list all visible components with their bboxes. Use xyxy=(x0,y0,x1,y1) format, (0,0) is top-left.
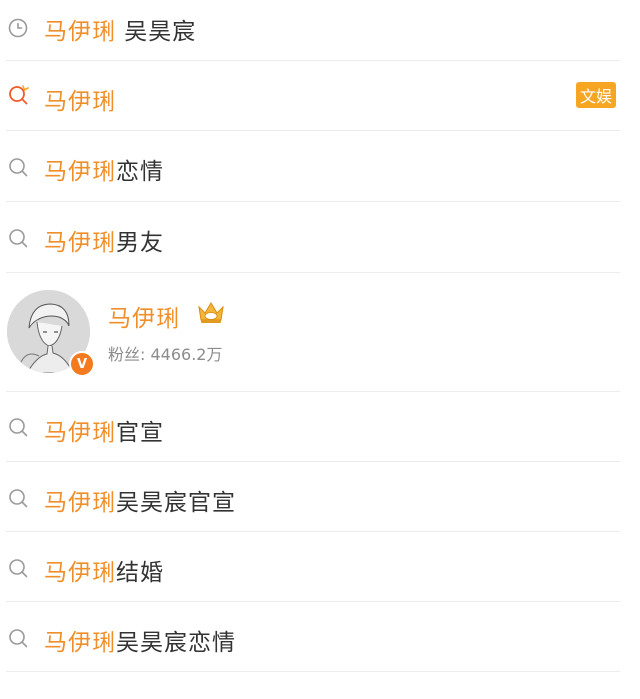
suggestion-item[interactable]: 马伊琍官宣 xyxy=(0,393,640,461)
clock-icon xyxy=(8,18,28,38)
entertainment-tag: 文娱 xyxy=(575,82,616,108)
suggestion-rest: 吴昊宸官宣 xyxy=(116,490,236,516)
search-hot-icon xyxy=(9,85,29,105)
divider xyxy=(6,201,620,202)
suggestion-item[interactable]: 马伊琍吴昊宸恋情 xyxy=(0,603,640,671)
suggestion-keyword: 马伊琍 xyxy=(44,230,116,256)
suggestion-rest: 结婚 xyxy=(116,560,164,586)
suggestion-item[interactable]: 马伊琍吴昊宸官宣 xyxy=(0,463,640,531)
user-result-card[interactable]: V 马伊琍 粉丝: 4466.2万 xyxy=(0,283,640,385)
search-icon xyxy=(9,489,28,508)
suggestion-item[interactable]: 马伊琍男友 xyxy=(0,203,640,271)
verified-badge: V xyxy=(69,351,95,377)
crown-icon xyxy=(198,302,224,323)
search-icon xyxy=(9,559,28,578)
divider xyxy=(6,130,620,131)
divider xyxy=(6,60,620,61)
divider xyxy=(6,601,620,602)
divider xyxy=(6,391,620,392)
history-item[interactable]: 马伊琍 吴昊宸 xyxy=(0,0,640,56)
suggestion-keyword: 马伊琍 xyxy=(44,490,116,516)
search-icon xyxy=(9,158,28,177)
suggestion-keyword: 马伊琍 xyxy=(44,159,116,185)
suggestion-keyword: 马伊琍 xyxy=(44,630,116,656)
divider xyxy=(6,272,620,273)
divider xyxy=(6,531,620,532)
fans-count: 粉丝: 4466.2万 xyxy=(108,345,223,364)
history-rest: 吴昊宸 xyxy=(116,19,197,45)
divider xyxy=(6,461,620,462)
suggestion-rest: 吴昊宸恋情 xyxy=(116,630,236,656)
search-icon xyxy=(9,629,28,648)
user-name: 马伊琍 xyxy=(108,306,180,332)
suggestion-keyword: 马伊琍 xyxy=(44,560,116,586)
suggestion-rest: 男友 xyxy=(116,230,164,256)
suggestion-rest: 官宣 xyxy=(116,420,164,446)
suggestion-keyword: 马伊琍 xyxy=(44,420,116,446)
divider xyxy=(6,671,620,672)
suggestion-rest: 恋情 xyxy=(116,159,164,185)
suggestion-item[interactable]: 马伊琍恋情 xyxy=(0,132,640,200)
search-icon xyxy=(9,418,28,437)
history-keyword: 马伊琍 xyxy=(44,19,116,45)
trending-item[interactable]: 马伊琍 文娱 xyxy=(0,62,640,128)
search-icon xyxy=(9,229,28,248)
trending-keyword: 马伊琍 xyxy=(44,89,116,115)
suggestion-item[interactable]: 马伊琍结婚 xyxy=(0,533,640,601)
